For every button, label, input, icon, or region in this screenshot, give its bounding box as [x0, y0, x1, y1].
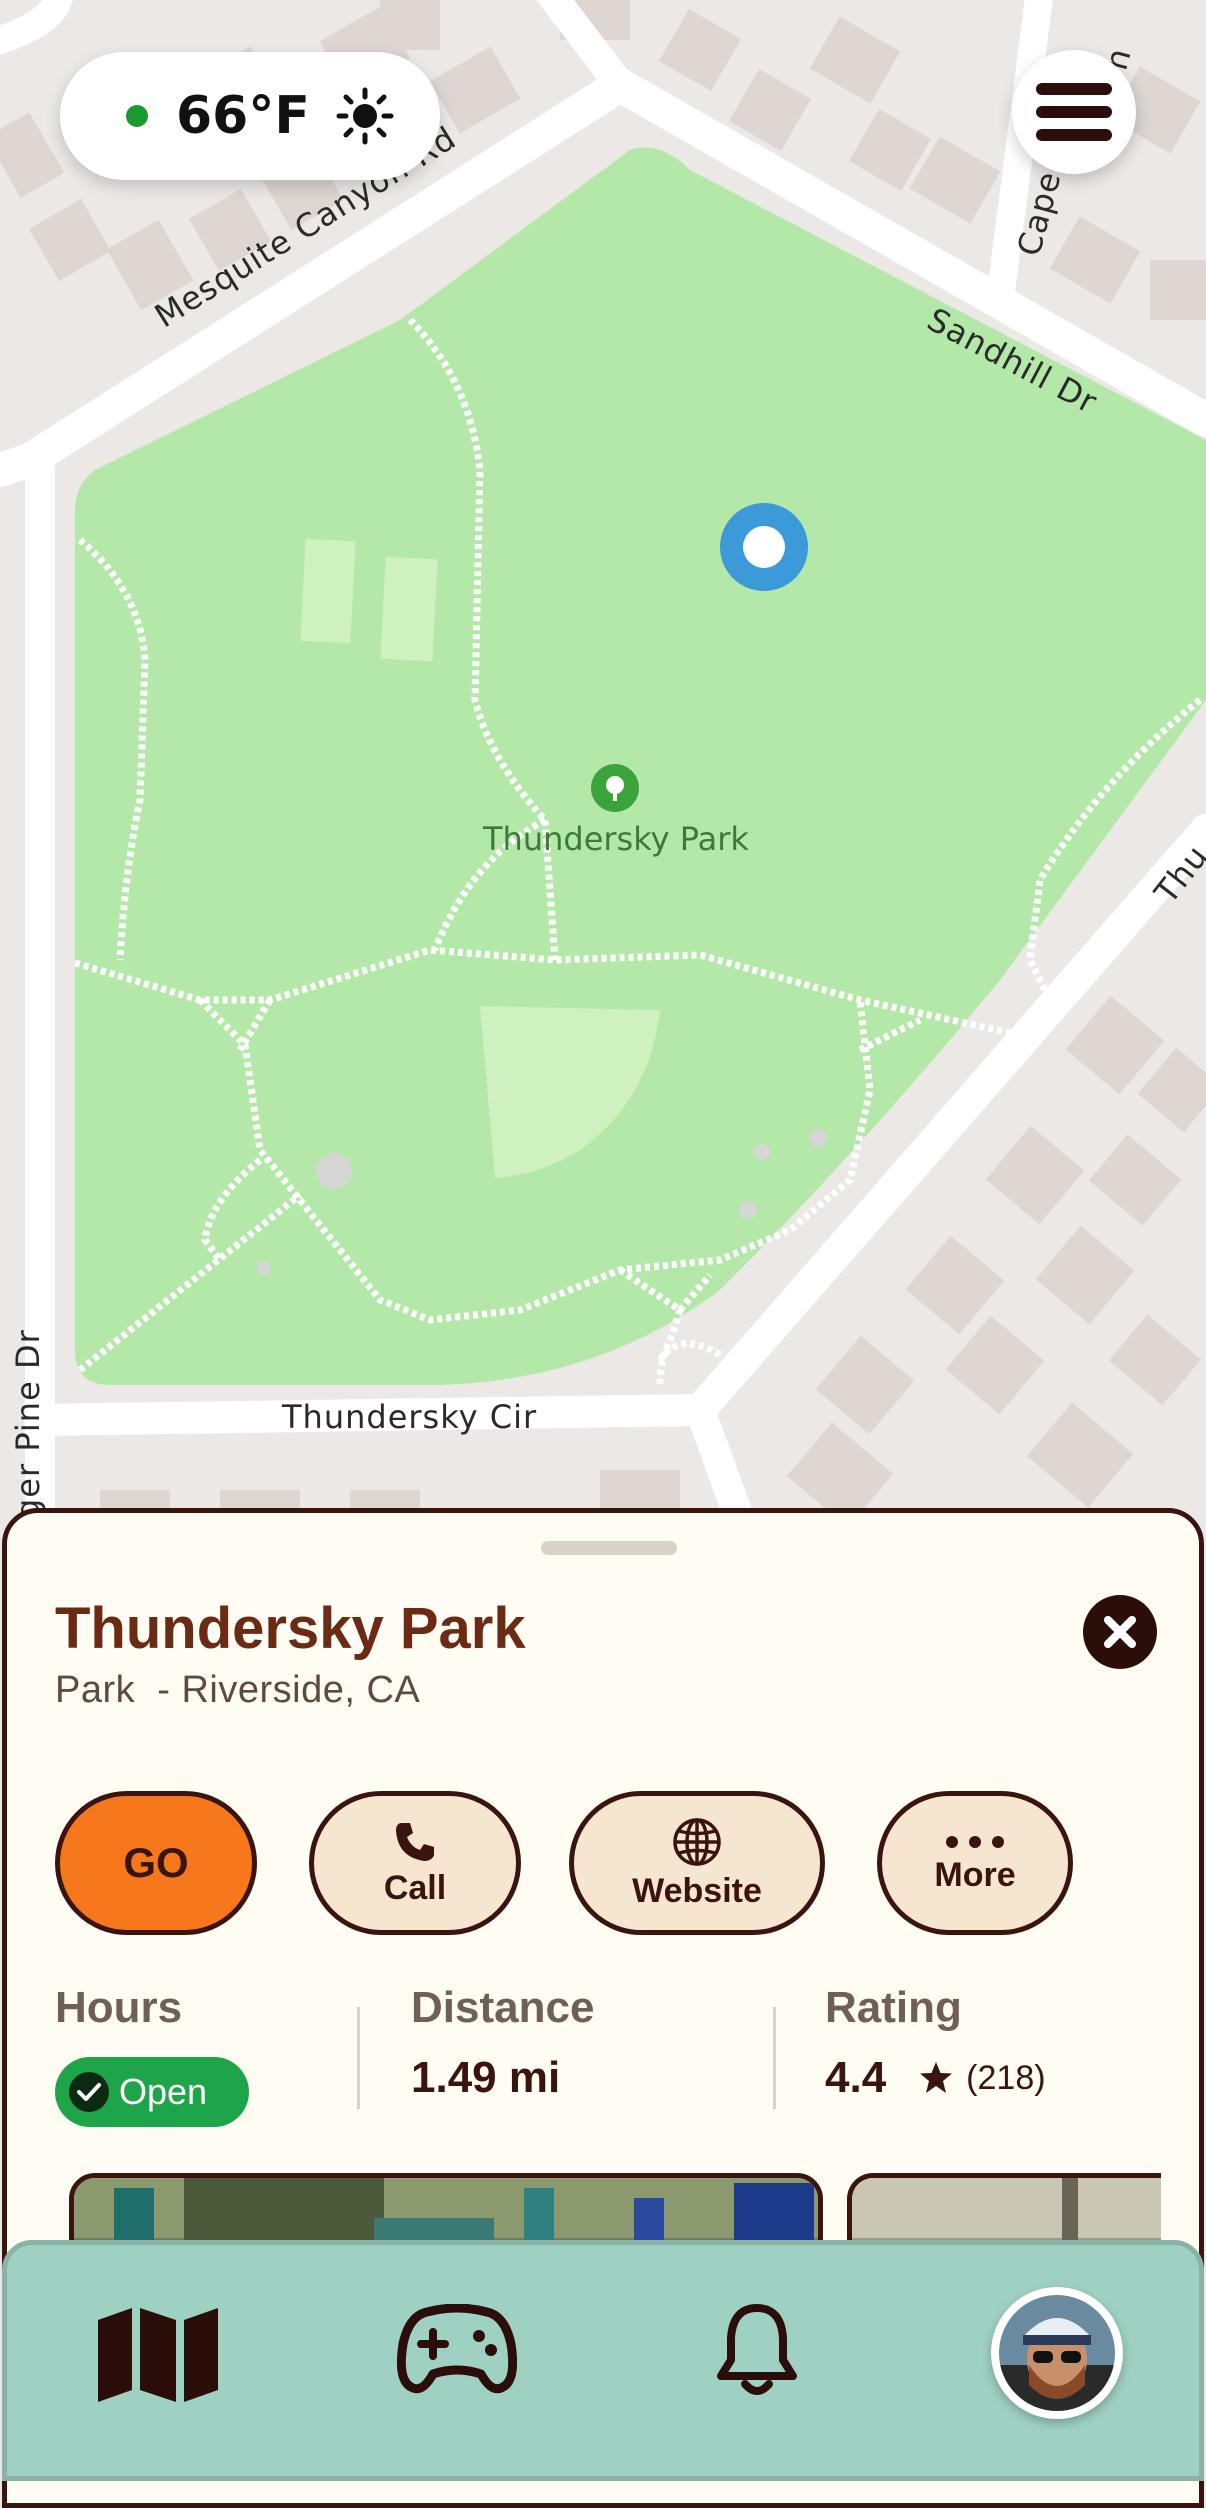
sheet-drag-handle[interactable] [541, 1541, 677, 1555]
street-label-pine: ger Pine Dr [9, 1329, 47, 1519]
hamburger-icon [1036, 83, 1112, 141]
place-subtitle: Park - Riverside, CA [55, 1669, 421, 1711]
temperature: 66°F [176, 86, 310, 146]
tree-icon[interactable] [591, 764, 639, 812]
stat-divider [357, 2007, 360, 2109]
globe-icon [673, 1817, 721, 1866]
map-view[interactable]: Mesquite Canyon Rd Sandhill Dr Cape n Th… [0, 0, 1206, 1535]
gamepad-icon [397, 2304, 517, 2394]
street-label-thundersky-cir: Thundersky Cir [282, 1398, 538, 1436]
hours-label: Hours [55, 1983, 183, 2032]
website-button[interactable]: Website [569, 1791, 825, 1935]
menu-button[interactable] [1012, 50, 1136, 174]
rating-value: 4.4 [825, 2053, 887, 2102]
map-icon [98, 2308, 218, 2402]
rating-label: Rating [825, 1983, 962, 2032]
bell-icon [717, 2304, 797, 2395]
distance-label: Distance [411, 1983, 595, 2032]
go-button[interactable]: GO [55, 1791, 257, 1935]
nav-notifications-button[interactable] [707, 2295, 807, 2405]
stat-divider [773, 2007, 776, 2109]
poi-label[interactable]: Thundersky Park [483, 820, 749, 858]
nav-profile-button[interactable] [991, 2287, 1123, 2419]
nav-map-button[interactable] [93, 2299, 223, 2409]
profile-avatar [999, 2295, 1115, 2411]
place-title: Thundersky Park [55, 1596, 526, 1661]
rating-count: (218) [966, 2058, 1046, 2097]
close-icon [1104, 1616, 1136, 1648]
star-icon [920, 2062, 953, 2093]
close-button[interactable] [1083, 1595, 1157, 1669]
go-button-label: GO [123, 1839, 189, 1886]
check-icon [69, 2072, 109, 2112]
more-button[interactable]: More [877, 1791, 1073, 1935]
sun-icon [336, 87, 394, 145]
call-button[interactable]: Call [309, 1791, 521, 1935]
bottom-nav [2, 2240, 1204, 2481]
distance-value: 1.49 mi [411, 2053, 561, 2102]
status-dot [126, 105, 148, 127]
open-status-badge: Open [55, 2057, 249, 2127]
weather-widget[interactable]: 66°F [60, 52, 440, 180]
phone-icon [396, 1822, 434, 1861]
more-button-label: More [934, 1855, 1016, 1894]
rating-row: 4.4 (218) [825, 2053, 1046, 2103]
call-button-label: Call [383, 1868, 447, 1907]
more-dots-icon [946, 1835, 1004, 1848]
nav-games-button[interactable] [395, 2295, 519, 2405]
current-location-pin [720, 503, 808, 591]
open-status-text: Open [119, 2071, 208, 2112]
website-button-label: Website [632, 1871, 762, 1910]
